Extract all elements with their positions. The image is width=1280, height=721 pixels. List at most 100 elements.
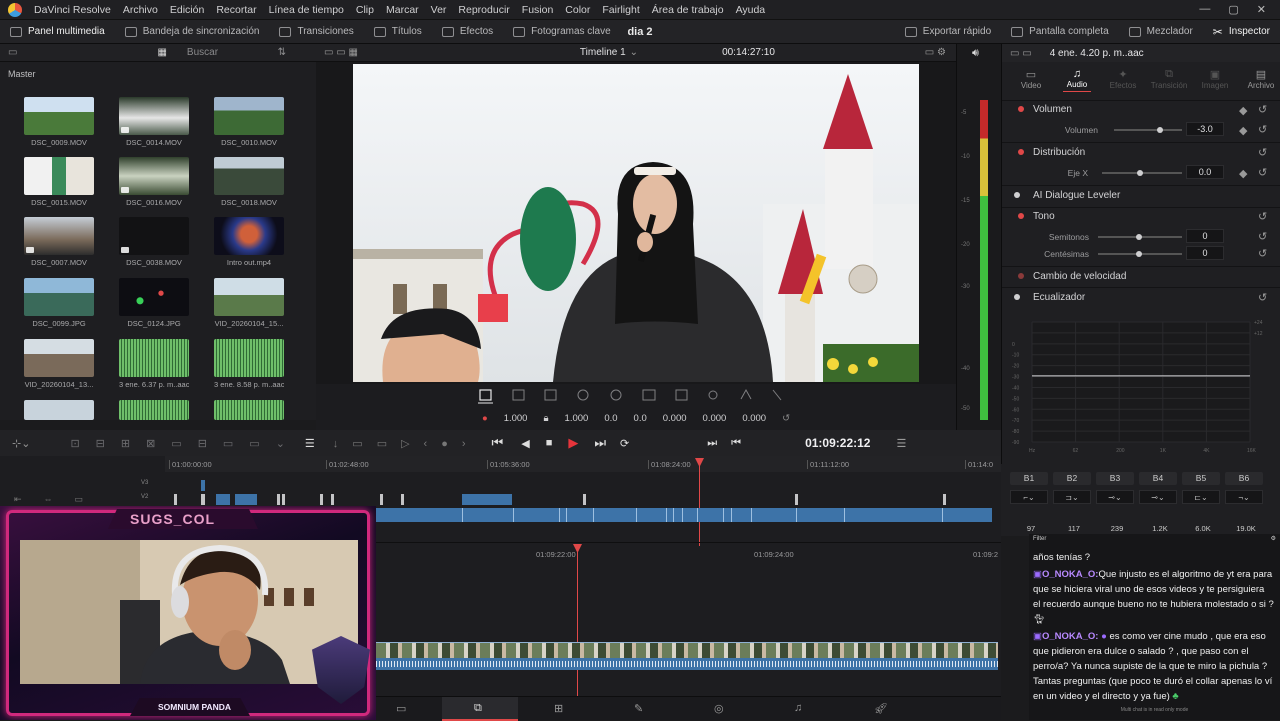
go-to-start-icon[interactable]: ⏮ <box>492 435 504 451</box>
menu-area-trabajo[interactable]: Área de trabajo <box>646 4 730 16</box>
menu-clip[interactable]: Clip <box>350 4 380 16</box>
playback-tools-icons[interactable]: ↓▭▭▷‹●› <box>333 437 480 450</box>
edit-tools-icons[interactable]: ⊡⊟⊞⊠▭⊟▭▭⌄ <box>70 437 300 450</box>
crop2-value[interactable]: 0.000 <box>742 413 766 424</box>
distribution-slider[interactable] <box>1102 170 1182 176</box>
media-clip[interactable]: DSC_0015.MOV <box>24 157 94 207</box>
clip-cut-line[interactable] <box>636 508 637 522</box>
reset-icon[interactable]: ↺ <box>1258 123 1267 136</box>
menu-recortar[interactable]: Recortar <box>210 4 262 16</box>
video-clip-v2[interactable] <box>201 494 205 505</box>
semitones-value[interactable]: 0 <box>1186 229 1224 243</box>
distribution-knob[interactable] <box>1137 170 1143 176</box>
minimize-icon[interactable]: — <box>1199 3 1210 16</box>
search-input[interactable]: Buscar <box>187 47 218 58</box>
clip-cut-line[interactable] <box>566 508 567 522</box>
ai-leveler-enable-dot[interactable] <box>1014 192 1020 198</box>
volume-value[interactable]: -3.0 <box>1186 122 1224 136</box>
tone-enable-dot[interactable] <box>1018 213 1024 219</box>
clip-cut-line[interactable] <box>731 508 732 522</box>
eq-band-b2[interactable]: B2 <box>1053 472 1091 485</box>
cents-value[interactable]: 0 <box>1186 246 1224 260</box>
chat-filter-bar[interactable]: Filter ⚙ <box>1029 534 1280 544</box>
menu-ver[interactable]: Ver <box>425 4 453 16</box>
bin-master[interactable]: Master <box>8 69 36 79</box>
clip-cut-line[interactable] <box>462 508 463 522</box>
video-track-v1[interactable] <box>376 508 992 522</box>
semitones-knob[interactable] <box>1136 234 1142 240</box>
eq-band-frequency[interactable]: 117 <box>1059 524 1089 533</box>
eq-band-type-dropdown[interactable]: ⊸⌄ <box>1139 490 1177 504</box>
video-clip-v2[interactable] <box>282 494 285 505</box>
video-clip-v2[interactable] <box>235 494 257 505</box>
video-clip-v2[interactable] <box>795 494 798 505</box>
keyframe-icon[interactable]: ◆ <box>1239 124 1247 137</box>
timeline-view-options-icon[interactable]: ⊹⌄ <box>12 437 30 450</box>
page-fusion-icon[interactable]: ✎ <box>634 702 643 715</box>
clip-cut-line[interactable] <box>682 508 683 522</box>
media-clip[interactable]: DSC_0014.MOV <box>119 97 189 147</box>
reset-icon[interactable]: ↺ <box>1258 146 1267 159</box>
semitones-slider[interactable] <box>1098 234 1182 240</box>
next-edit-icon[interactable]: ⏮ <box>731 437 741 450</box>
media-clip[interactable]: DSC_0038.MOV <box>119 217 189 267</box>
inspector-tab-transición[interactable]: ⧉ Transición <box>1149 68 1189 90</box>
maximize-icon[interactable]: ▢ <box>1228 3 1238 16</box>
reset-icon[interactable]: ↺ <box>1258 210 1267 223</box>
inspector-tab-efectos[interactable]: ✦ Efectos <box>1103 68 1143 90</box>
eq-band-frequency[interactable]: 6.0K <box>1188 524 1218 533</box>
reset-icon[interactable]: ↺ <box>1258 291 1267 304</box>
close-icon[interactable]: ✕ <box>1257 3 1266 16</box>
sync-bin-button[interactable]: Bandeja de sincronización <box>115 20 270 44</box>
clip-cut-line[interactable] <box>751 508 752 522</box>
video-clip-v2[interactable] <box>174 494 177 505</box>
timeline-ruler[interactable]: 01:00:00:00 01:02:48:00 01:05:36:00 01:08:2… <box>165 456 1001 472</box>
media-clip[interactable]: VID_20260104_15... <box>214 278 284 328</box>
volume-enable-dot[interactable] <box>1018 106 1024 112</box>
media-clip[interactable]: DSC_0018.MOV <box>214 157 284 207</box>
clip-cut-line[interactable] <box>593 508 594 522</box>
distribution-enable-dot[interactable] <box>1018 149 1024 155</box>
track-header-icons[interactable]: ⇤⇔▭ <box>14 494 105 505</box>
eq-band-type-dropdown[interactable]: ⊏⌄ <box>1182 490 1220 504</box>
menu-app[interactable]: DaVinci Resolve <box>28 4 117 16</box>
lock-icon[interactable]: 🔒︎ <box>543 413 548 424</box>
playback-menu-icon[interactable]: ☰ <box>305 437 315 450</box>
clip-cut-line[interactable] <box>559 508 560 522</box>
clip-cut-line[interactable] <box>697 508 698 522</box>
keyframe-icon[interactable]: ◆ <box>1239 167 1247 180</box>
video-clip-v2[interactable] <box>320 494 323 505</box>
video-clip-v2[interactable] <box>462 494 512 505</box>
zoom-ruler[interactable]: 01:09:22:00 01:09:24:00 01:09:2 <box>376 546 1001 560</box>
media-clip[interactable]: DSC_0016.MOV <box>119 157 189 207</box>
upper-playhead[interactable] <box>699 460 700 546</box>
keyframe-icon[interactable]: ◆ <box>1239 104 1247 117</box>
inspector-layout-icon[interactable]: ▭ ▭ <box>1010 48 1032 59</box>
reset-icon[interactable]: ↺ <box>1258 247 1267 260</box>
eq-band-type-dropdown[interactable]: ⌐⌄ <box>1010 490 1048 504</box>
clip-cut-line[interactable] <box>796 508 797 522</box>
eq-band-frequency[interactable]: 1.2K <box>1145 524 1175 533</box>
menu-marcar[interactable]: Marcar <box>380 4 425 16</box>
media-clip[interactable]: DSC_0124.JPG <box>119 278 189 328</box>
distribution-value[interactable]: 0.0 <box>1186 165 1224 179</box>
video-clip-v3[interactable] <box>201 480 205 491</box>
video-clip-v2[interactable] <box>583 494 586 505</box>
media-clip[interactable]: VID_20260104_13... <box>24 339 94 389</box>
zoom-y-value[interactable]: 1.000 <box>565 413 589 424</box>
effects-button[interactable]: Efectos <box>432 20 503 44</box>
eq-band-b4[interactable]: B4 <box>1139 472 1177 485</box>
inspector-tab-imagen[interactable]: ▣ Imagen <box>1195 68 1235 90</box>
media-clip[interactable]: 3 ene. 6.37 p. m..aac <box>119 339 189 389</box>
viewer-options-icon[interactable]: ▭ ⚙ <box>925 47 946 58</box>
menu-linea-tiempo[interactable]: Línea de tiempo <box>263 4 350 16</box>
sort-icon[interactable]: ⇅ <box>278 47 286 58</box>
eq-band-type-dropdown[interactable]: ⊐⌄ <box>1053 490 1091 504</box>
fullscreen-button[interactable]: Pantalla completa <box>1001 20 1119 44</box>
timeline-menu-icon[interactable]: ☰ <box>896 437 906 450</box>
cents-knob[interactable] <box>1136 251 1142 257</box>
pos-y-value[interactable]: 0.0 <box>634 413 647 424</box>
menu-ayuda[interactable]: Ayuda <box>730 4 772 16</box>
speaker-icon[interactable]: 🔊︎ <box>972 47 979 60</box>
video-clip-v2[interactable] <box>216 494 230 505</box>
